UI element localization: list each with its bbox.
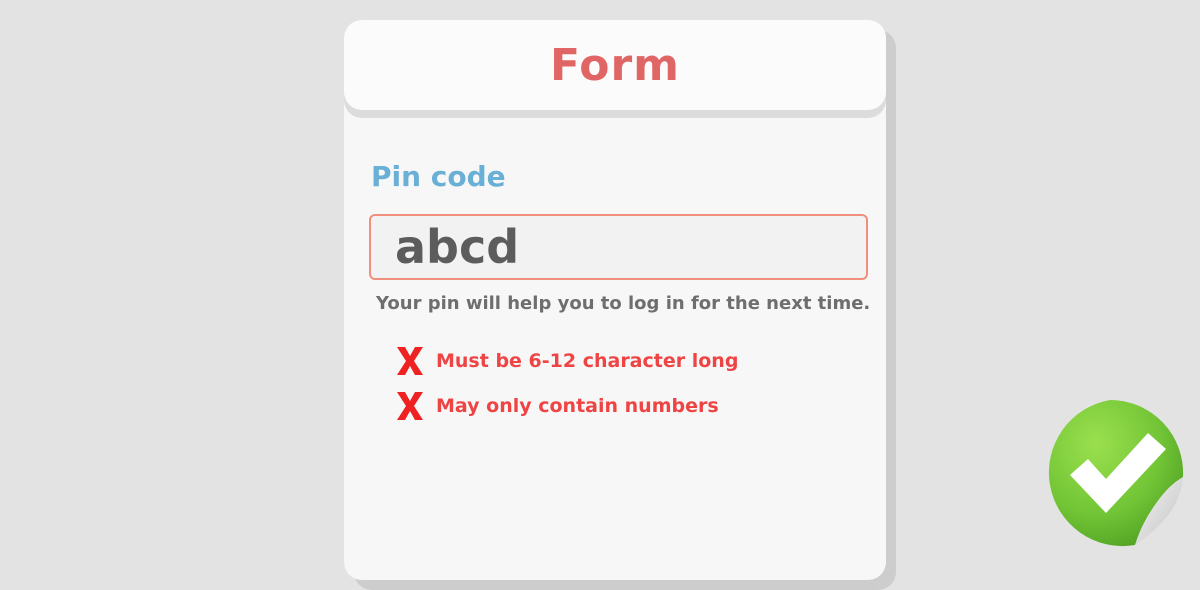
validation-rule-text: Must be 6-12 character long — [436, 350, 739, 372]
card-header: Form — [344, 20, 886, 110]
pin-code-label: Pin code — [371, 160, 506, 193]
pin-code-input[interactable] — [369, 214, 868, 280]
pin-helper-text: Your pin will help you to log in for the… — [376, 293, 871, 314]
cross-icon — [397, 392, 423, 420]
validation-rule-numbers: May only contain numbers — [394, 390, 719, 422]
validation-rule-length: Must be 6-12 character long — [394, 345, 738, 377]
form-card: Form Pin code Your pin will help you to … — [344, 20, 886, 580]
cross-icon — [397, 347, 423, 375]
green-checkmark-sticker-icon — [1048, 399, 1184, 547]
form-title: Form — [549, 39, 681, 91]
validation-rule-text: May only contain numbers — [436, 395, 719, 417]
